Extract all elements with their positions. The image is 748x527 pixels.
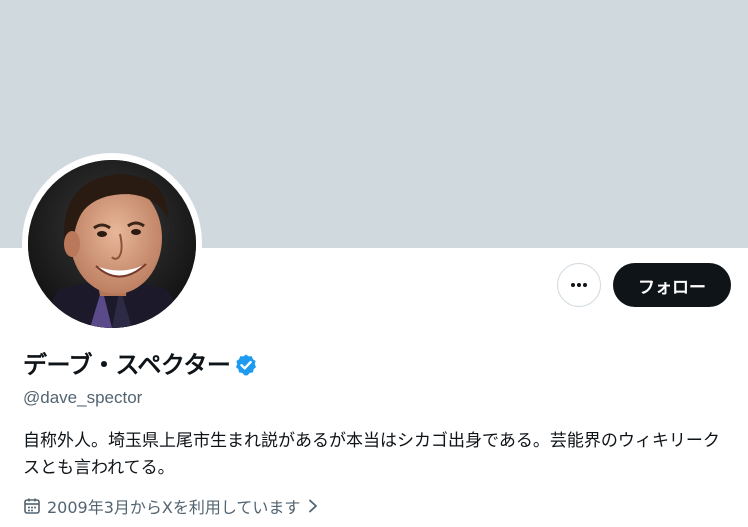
verified-badge-icon[interactable] <box>234 353 258 377</box>
profile-bio: 自称外人。埼玉県上尾市生まれ説があるが本当はシカゴ出身である。芸能界のウィキリー… <box>23 431 720 478</box>
name-row: デーブ・スペクター <box>23 349 258 381</box>
calendar-icon <box>24 498 40 514</box>
avatar-photo <box>28 160 196 328</box>
joined-date-text: 2009年3月からXを利用しています <box>47 498 301 517</box>
follow-button[interactable]: フォロー <box>613 263 731 307</box>
more-horizontal-icon <box>571 283 587 287</box>
joined-date-link[interactable]: 2009年3月からXを利用しています <box>23 494 320 518</box>
profile-header: フォロー デーブ・スペクター @dave_spector 自称外人。埼玉県上尾市… <box>0 0 748 527</box>
display-name: デーブ・スペクター <box>23 351 231 379</box>
chevron-right-icon <box>309 499 318 513</box>
avatar[interactable] <box>28 160 196 328</box>
more-options-button[interactable] <box>557 263 601 307</box>
user-handle: @dave_spector <box>23 388 143 407</box>
